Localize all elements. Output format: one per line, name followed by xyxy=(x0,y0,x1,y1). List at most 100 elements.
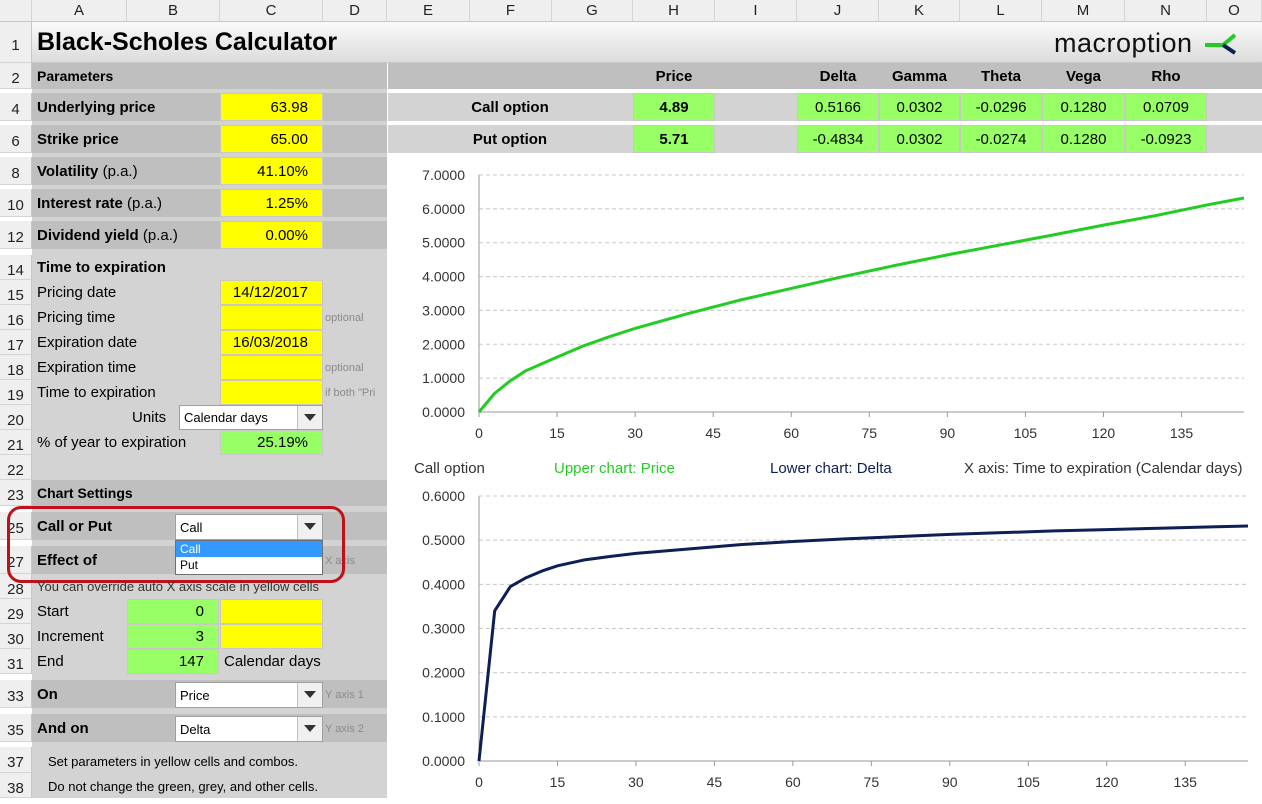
row-header[interactable]: 23 xyxy=(0,480,32,506)
row-header[interactable]: 17 xyxy=(0,330,32,355)
on-label: On xyxy=(37,685,58,703)
interest-input[interactable]: 1.25% xyxy=(220,189,323,217)
row-header[interactable]: 22 xyxy=(0,455,32,480)
lower-delta-chart: 0.0000 0.1000 0.2000 0.3000 0.4000 0.5000 0.60… xyxy=(422,488,1249,790)
column-header[interactable]: K xyxy=(879,0,960,22)
row-header[interactable]: 18 xyxy=(0,355,32,380)
column-header[interactable]: I xyxy=(715,0,797,22)
x-tick-label: 45 xyxy=(707,774,723,790)
column-header[interactable]: A xyxy=(32,0,127,22)
upper-price-chart: 0.0000 1.0000 2.0000 3.0000 4.0000 5.0000 6.00… xyxy=(422,167,1245,441)
y-tick-label: 0.0000 xyxy=(422,404,465,420)
row-header[interactable]: 12 xyxy=(0,221,32,249)
column-header[interactable]: C xyxy=(220,0,323,22)
y-tick-label: 7.0000 xyxy=(422,167,465,183)
pct-value: 25.19% xyxy=(220,430,323,455)
x-tick-label: 105 xyxy=(1017,774,1041,790)
x-tick-label: 0 xyxy=(475,425,483,441)
call-vega-value: 0.1280 xyxy=(1042,93,1125,121)
increment-override-input[interactable] xyxy=(220,624,323,649)
row-header[interactable]: 19 xyxy=(0,380,32,405)
x-tick-label: 45 xyxy=(705,425,721,441)
row-header[interactable]: 21 xyxy=(0,430,32,455)
row-header[interactable]: 8 xyxy=(0,157,32,185)
start-override-input[interactable] xyxy=(220,599,323,624)
x-tick-label: 0 xyxy=(475,774,483,790)
column-header[interactable]: D xyxy=(323,0,387,22)
row-header[interactable]: 4 xyxy=(0,93,32,121)
call-price-value: 4.89 xyxy=(633,93,715,121)
row-header[interactable]: 31 xyxy=(0,649,32,674)
row-header[interactable]: 6 xyxy=(0,125,32,153)
chevron-down-icon[interactable] xyxy=(297,683,322,707)
interest-label-text: Interest rate xyxy=(37,194,123,212)
parameters-header: Parameters xyxy=(37,68,114,84)
highlight-outline xyxy=(7,506,345,583)
row-header[interactable]: 15 xyxy=(0,280,32,305)
volatility-input[interactable]: 41.10% xyxy=(220,157,323,185)
on-combo[interactable]: Price xyxy=(175,682,323,708)
column-header[interactable]: E xyxy=(387,0,470,22)
row-header[interactable]: 1 xyxy=(0,22,32,63)
column-header[interactable]: H xyxy=(633,0,715,22)
dividend-input[interactable]: 0.00% xyxy=(220,221,323,249)
column-header[interactable]: M xyxy=(1042,0,1125,22)
pricing-date-input[interactable]: 14/12/2017 xyxy=(220,280,323,305)
x-tick-label: 105 xyxy=(1014,425,1038,441)
expiration-date-label: Expiration date xyxy=(37,334,138,351)
tte-note: if both "Pri xyxy=(325,386,376,399)
row-header[interactable]: 38 xyxy=(0,773,32,798)
units-label: Units xyxy=(132,409,167,426)
call-gamma-value: 0.0302 xyxy=(879,93,960,121)
legend-lower: Lower chart: Delta xyxy=(770,460,892,477)
x-tick-label: 30 xyxy=(628,774,644,790)
row-header[interactable]: 20 xyxy=(0,405,32,430)
column-header[interactable]: N xyxy=(1125,0,1207,22)
row-header[interactable]: 2 xyxy=(0,63,32,89)
pricing-time-input[interactable] xyxy=(220,305,323,330)
row-header[interactable]: 16 xyxy=(0,305,32,330)
call-option-label: Call option xyxy=(471,98,549,116)
units-value: Calendar days xyxy=(184,410,268,425)
expiration-date-input[interactable]: 16/03/2018 xyxy=(220,330,323,355)
row-header[interactable]: 30 xyxy=(0,624,32,649)
select-all-corner[interactable] xyxy=(0,0,32,22)
start-value: 0 xyxy=(127,599,219,624)
column-header[interactable]: G xyxy=(552,0,633,22)
expiration-time-label: Expiration time xyxy=(37,359,137,376)
logo-mark-icon xyxy=(1204,33,1236,55)
tte-input[interactable] xyxy=(220,380,323,405)
dividend-suffix: (p.a.) xyxy=(142,226,178,244)
column-header[interactable]: J xyxy=(797,0,879,22)
column-header[interactable]: B xyxy=(127,0,220,22)
row-header[interactable]: 29 xyxy=(0,599,32,624)
row-header[interactable]: 37 xyxy=(0,747,32,773)
y2-note: Y axis 2 xyxy=(325,722,364,735)
series-line xyxy=(477,196,1245,413)
result-header-rho: Rho xyxy=(1151,67,1181,85)
pricing-time-label: Pricing time xyxy=(37,309,116,326)
chevron-down-icon[interactable] xyxy=(297,406,322,429)
put-gamma-value: 0.0302 xyxy=(879,125,960,153)
series-line xyxy=(477,524,1249,762)
row-header[interactable]: 33 xyxy=(0,680,32,708)
column-header[interactable]: O xyxy=(1207,0,1262,22)
column-header[interactable]: F xyxy=(470,0,552,22)
chevron-down-icon[interactable] xyxy=(297,717,322,741)
strike-input[interactable]: 65.00 xyxy=(220,125,323,153)
row-header[interactable]: 14 xyxy=(0,255,32,280)
end-label: End xyxy=(37,653,64,670)
x-tick-label: 120 xyxy=(1095,774,1119,790)
expiration-time-input[interactable] xyxy=(220,355,323,380)
andon-combo[interactable]: Delta xyxy=(175,716,323,742)
row-header[interactable]: 35 xyxy=(0,714,32,742)
y-tick-label: 4.0000 xyxy=(422,269,465,285)
underlying-input[interactable]: 63.98 xyxy=(220,93,323,121)
y-tick-label: 0.0000 xyxy=(422,753,465,769)
result-header-vega: Vega xyxy=(1065,67,1102,85)
row-header[interactable]: 10 xyxy=(0,189,32,217)
units-combo[interactable]: Calendar days xyxy=(179,405,323,430)
override-note: You can override auto X axis scale in ye… xyxy=(37,578,320,594)
column-header[interactable]: L xyxy=(960,0,1042,22)
strike-label: Strike price xyxy=(37,130,119,148)
